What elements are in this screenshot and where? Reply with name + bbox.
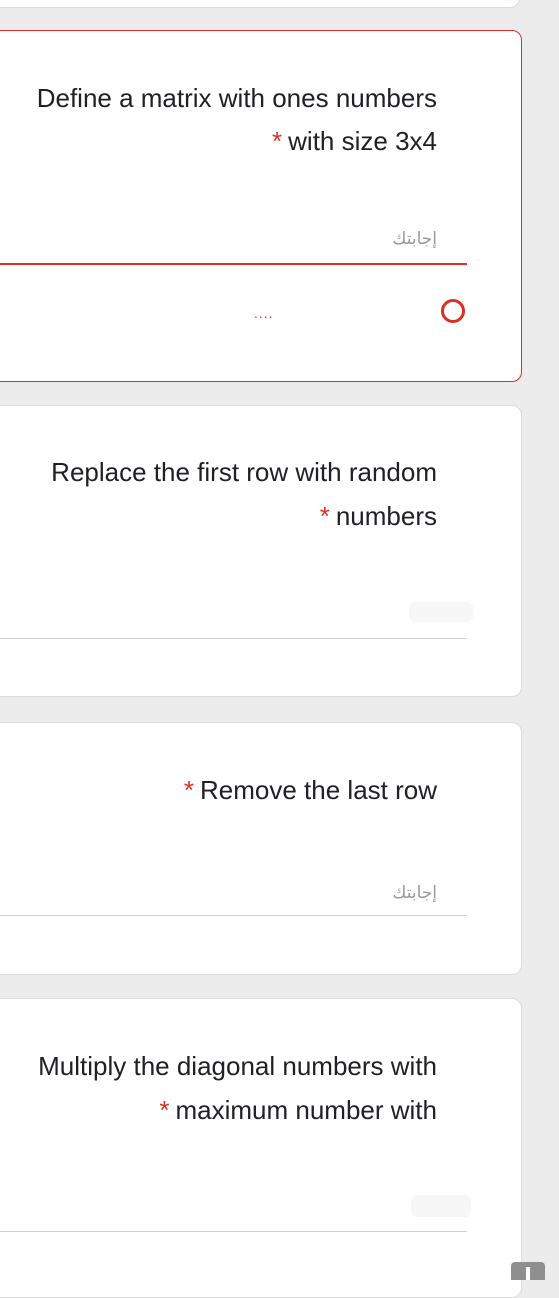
question-title-line1: Multiply the diagonal numbers with bbox=[38, 1051, 437, 1081]
answer-input-underline[interactable] bbox=[0, 915, 467, 916]
error-message: .... bbox=[254, 305, 274, 321]
question-title-line2: * maximum number with bbox=[159, 1095, 437, 1125]
question-card-multiply-diagonal: Multiply the diagonal numbers with * maxi… bbox=[0, 998, 522, 1298]
question-title-line2: * numbers bbox=[319, 501, 437, 531]
answer-input-placeholder[interactable] bbox=[411, 1195, 471, 1217]
required-asterisk: * bbox=[159, 1095, 170, 1125]
required-asterisk: * bbox=[183, 775, 195, 805]
previous-question-card bbox=[0, 0, 520, 8]
question-title-line1: Replace the first row with random bbox=[51, 457, 437, 487]
scrollbar-thumb[interactable] bbox=[511, 1262, 545, 1280]
error-circle-icon bbox=[441, 299, 465, 323]
answer-input-placeholder[interactable]: إجابتك bbox=[392, 883, 437, 903]
answer-input-placeholder[interactable]: إجابتك bbox=[392, 229, 437, 249]
question-card-matrix-ones: Define a matrix with ones numbers * with … bbox=[0, 30, 522, 382]
required-asterisk: * bbox=[272, 126, 283, 156]
answer-input-placeholder[interactable] bbox=[409, 602, 473, 622]
answer-input-underline[interactable] bbox=[0, 263, 467, 265]
question-title-line2: * Remove the last row bbox=[183, 775, 437, 805]
question-card-remove-row: * Remove the last row إجابتك bbox=[0, 722, 522, 975]
question-card-replace-row: Replace the first row with random * numbe… bbox=[0, 405, 522, 697]
question-title-line1: Define a matrix with ones numbers bbox=[36, 83, 437, 113]
question-title-line2: * with size 3x4 bbox=[272, 126, 437, 156]
answer-input-underline[interactable] bbox=[0, 1231, 467, 1232]
required-asterisk: * bbox=[319, 501, 330, 531]
answer-input-underline[interactable] bbox=[0, 638, 467, 639]
